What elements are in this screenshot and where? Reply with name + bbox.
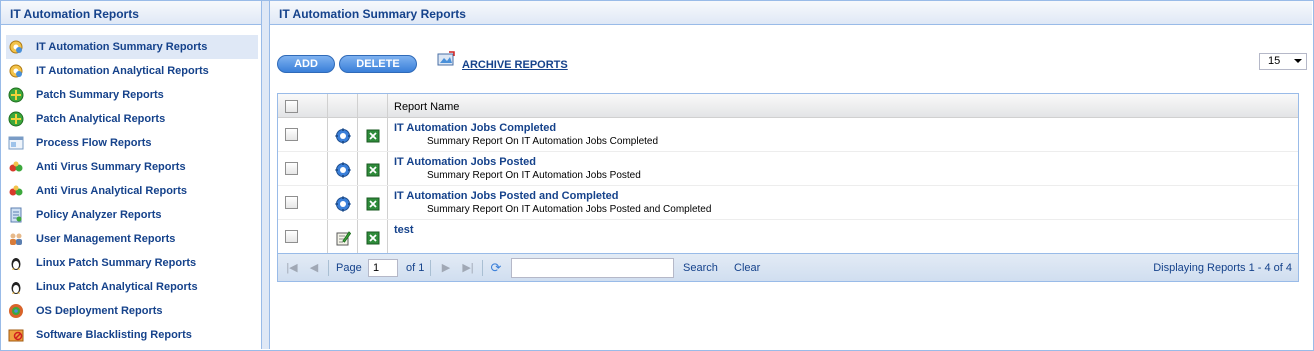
sidebar-item-label: Patch Summary Reports	[36, 89, 164, 101]
sidebar-item-os-deployment[interactable]: OS Deployment Reports	[6, 299, 258, 323]
sidebar-item-label: OS Deployment Reports	[36, 305, 163, 317]
sidebar-item-label: IT Automation Summary Reports	[36, 41, 208, 53]
antivirus-icon	[8, 183, 24, 199]
page-size-value: 15	[1268, 55, 1281, 67]
sidebar-item-label: IT Automation Analytical Reports	[36, 65, 209, 77]
row-checkbox[interactable]	[285, 230, 298, 243]
gear-icon[interactable]	[335, 196, 351, 212]
archive-icon[interactable]	[437, 51, 455, 67]
pager-separator	[482, 260, 483, 276]
automation-icon	[8, 63, 24, 79]
sidebar-item-patch-summary[interactable]: Patch Summary Reports	[6, 83, 258, 107]
sidebar-item-linux-patch-analytical[interactable]: Linux Patch Analytical Reports	[6, 275, 258, 299]
prev-page-icon[interactable]: ◀	[308, 262, 320, 274]
sidebar-item-label: Linux Patch Summary Reports	[36, 257, 197, 269]
chevron-down-icon	[1294, 59, 1302, 63]
patch-icon	[8, 87, 24, 103]
sidebar-item-software-blacklisting[interactable]: Software Blacklisting Reports	[6, 323, 258, 347]
pager-separator	[430, 260, 431, 276]
page-size-select[interactable]: 15	[1259, 53, 1307, 70]
add-button[interactable]: ADD	[277, 55, 335, 73]
search-input[interactable]	[511, 258, 674, 278]
process-flow-icon	[8, 135, 24, 151]
refresh-icon[interactable]: ⟳	[490, 261, 502, 274]
page-title: IT Automation Summary Reports	[270, 1, 1312, 25]
report-title-link[interactable]: IT Automation Jobs Posted	[394, 156, 536, 168]
excel-icon[interactable]	[365, 230, 381, 246]
sidebar-item-patch-analytical[interactable]: Patch Analytical Reports	[6, 107, 258, 131]
column-header-report-name[interactable]: Report Name	[388, 94, 1298, 117]
linux-icon	[8, 279, 24, 295]
main-panel: IT Automation Summary Reports ADD DELETE…	[270, 1, 1312, 349]
automation-icon	[8, 39, 24, 55]
reports-grid: Report Name IT Automation Jobs Completed…	[277, 93, 1299, 282]
gear-icon[interactable]	[335, 162, 351, 178]
edit-icon[interactable]	[335, 230, 352, 246]
sidebar-item-label: User Management Reports	[36, 233, 176, 245]
report-title-link[interactable]: test	[394, 224, 414, 236]
excel-icon[interactable]	[365, 162, 381, 178]
sidebar-item-label: Linux Patch Analytical Reports	[36, 281, 198, 293]
patch-icon	[8, 111, 24, 127]
sidebar-item-policy-analyzer[interactable]: Policy Analyzer Reports	[6, 203, 258, 227]
sidebar-item-anti-virus-analytical[interactable]: Anti Virus Analytical Reports	[6, 179, 258, 203]
page-count-label: of 1	[406, 262, 425, 274]
pager-separator	[328, 260, 329, 276]
page-label: Page	[336, 262, 362, 274]
header-check-cell	[278, 94, 328, 117]
next-page-icon[interactable]: ▶	[440, 262, 452, 274]
paging-status: Displaying Reports 1 - 4 of 4	[1153, 262, 1292, 274]
report-title-link[interactable]: IT Automation Jobs Posted and Completed	[394, 190, 619, 202]
last-page-icon[interactable]: ▶|	[462, 262, 474, 274]
sidebar-item-label: Process Flow Reports	[36, 137, 152, 149]
report-description: Summary Report On IT Automation Jobs Pos…	[427, 170, 641, 181]
table-row: test	[278, 220, 1298, 254]
table-row: IT Automation Jobs Completed Summary Rep…	[278, 118, 1298, 152]
excel-icon[interactable]	[365, 128, 381, 144]
sidebar-item-process-flow[interactable]: Process Flow Reports	[6, 131, 258, 155]
sidebar-item-label: Anti Virus Summary Reports	[36, 161, 186, 173]
page-number-input[interactable]: 1	[368, 259, 398, 277]
row-checkbox[interactable]	[285, 162, 298, 175]
sidebar: IT Automation Reports IT Automation Summ…	[1, 1, 262, 349]
table-row: IT Automation Jobs Posted and Completed …	[278, 186, 1298, 220]
antivirus-icon	[8, 159, 24, 175]
row-checkbox[interactable]	[285, 128, 298, 141]
sidebar-item-linux-patch-summary[interactable]: Linux Patch Summary Reports	[6, 251, 258, 275]
select-all-checkbox[interactable]	[285, 100, 298, 113]
policy-icon	[8, 207, 24, 223]
excel-icon[interactable]	[365, 196, 381, 212]
sidebar-item-label: Patch Analytical Reports	[36, 113, 166, 125]
row-checkbox[interactable]	[285, 196, 298, 209]
sidebar-item-label: Policy Analyzer Reports	[36, 209, 162, 221]
report-description: Summary Report On IT Automation Jobs Pos…	[427, 204, 712, 215]
archive-reports-link[interactable]: ARCHIVE REPORTS	[462, 59, 568, 71]
header-icon-cell	[358, 94, 388, 117]
toolbar: ADD DELETE ARCHIVE REPORTS 15	[277, 51, 1307, 75]
sidebar-title: IT Automation Reports	[1, 1, 261, 25]
delete-button[interactable]: DELETE	[339, 55, 417, 73]
sidebar-item-user-management[interactable]: User Management Reports	[6, 227, 258, 251]
panel-splitter[interactable]	[262, 1, 270, 349]
clear-button[interactable]: Clear	[734, 262, 760, 274]
paging-toolbar: |◀ ◀ Page 1 of 1 ▶ ▶| ⟳ Search Clear Dis…	[278, 253, 1298, 281]
grid-header: Report Name	[278, 94, 1298, 118]
users-icon	[8, 231, 24, 247]
sidebar-item-it-automation-summary[interactable]: IT Automation Summary Reports	[6, 35, 258, 59]
linux-icon	[8, 255, 24, 271]
table-row: IT Automation Jobs Posted Summary Report…	[278, 152, 1298, 186]
sidebar-item-label: Software Blacklisting Reports	[36, 329, 192, 341]
sidebar-item-label: Anti Virus Analytical Reports	[36, 185, 187, 197]
sidebar-item-anti-virus-summary[interactable]: Anti Virus Summary Reports	[6, 155, 258, 179]
blacklist-icon	[8, 327, 24, 343]
sidebar-nav: IT Automation Summary Reports IT Automat…	[1, 25, 261, 347]
os-deploy-icon	[8, 303, 24, 319]
report-title-link[interactable]: IT Automation Jobs Completed	[394, 122, 556, 134]
header-icon-cell	[328, 94, 358, 117]
report-description: Summary Report On IT Automation Jobs Com…	[427, 136, 659, 147]
search-button[interactable]: Search	[683, 262, 718, 274]
first-page-icon[interactable]: |◀	[286, 262, 298, 274]
gear-icon[interactable]	[335, 128, 351, 144]
sidebar-item-it-automation-analytical[interactable]: IT Automation Analytical Reports	[6, 59, 258, 83]
